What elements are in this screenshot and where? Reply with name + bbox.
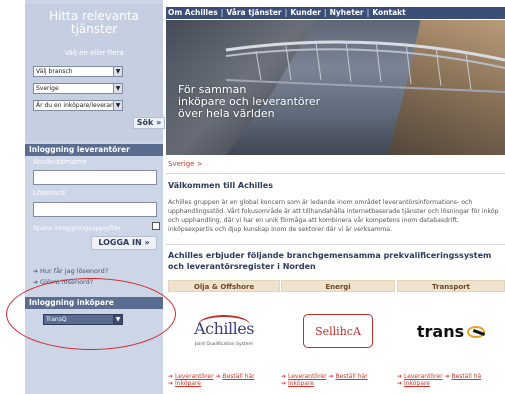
intro-paragraph: Achilles gruppen är en global koncern so… bbox=[168, 199, 499, 233]
sidebar: Hitta relevanta tjänster Välj en eller f… bbox=[25, 0, 165, 394]
achilles-swoosh bbox=[198, 315, 250, 335]
branch-links-row: ➔ Leverantörer ➔ Beställ hä bbox=[397, 373, 505, 380]
arrow-right-icon: ➔ bbox=[168, 373, 174, 380]
transq-wordmark: trans bbox=[416, 321, 465, 341]
username-label: Användarnamn bbox=[33, 158, 87, 166]
sellihca-logo-mark: SellihcA bbox=[303, 314, 373, 348]
breadcrumb[interactable]: Sverige > bbox=[168, 160, 203, 168]
branch-links-row: ➔ Leverantörer ➔ Beställ här bbox=[168, 373, 280, 380]
achilles-tagline: Joint Qualification System bbox=[195, 342, 253, 347]
username-input[interactable] bbox=[33, 170, 157, 185]
supplier-login-header: Inloggning leverantörer bbox=[25, 144, 163, 156]
nav-item-contact[interactable]: Kontakt bbox=[370, 7, 407, 19]
how-get-password-link[interactable]: ➔ Hur får jag lösenord? bbox=[33, 267, 108, 275]
country-select-value: Sverige bbox=[36, 85, 59, 92]
order-here-link[interactable]: Beställ hä bbox=[451, 373, 481, 380]
chevron-down-icon: ▼ bbox=[113, 84, 122, 93]
search-button[interactable]: Sök » bbox=[133, 117, 165, 129]
sellihca-logo[interactable]: SellihcA bbox=[281, 294, 395, 368]
role-select[interactable]: Är du en inköpare/leverantör ▼ bbox=[33, 100, 123, 111]
branch-links: ➔ Leverantörer ➔ Beställ här ➔ Inköpare bbox=[281, 373, 395, 387]
offer-title: Achilles erbjuder följande branchgemensa… bbox=[168, 251, 492, 271]
service-search-panel: Hitta relevanta tjänster Välj en eller f… bbox=[25, 4, 165, 142]
branch-links: ➔ Leverantörer ➔ Beställ här ➔ Inköpare bbox=[168, 373, 280, 387]
order-here-link[interactable]: Beställ här bbox=[335, 373, 367, 380]
achilles-logo[interactable]: Achilles Joint Qualification System bbox=[168, 294, 280, 368]
divider bbox=[166, 173, 505, 174]
arrow-right-icon: ➔ bbox=[281, 380, 287, 387]
top-navigation: Om Achilles | Våra tjänster | Kunder | Nyheter… bbox=[166, 7, 505, 19]
chevron-down-icon: ▼ bbox=[113, 315, 122, 324]
arrow-right-icon: ➔ bbox=[33, 279, 39, 286]
arrow-right-icon: ➔ bbox=[444, 373, 450, 380]
hero-tagline-line3: över hela världen bbox=[178, 107, 275, 120]
transq-q-icon bbox=[467, 324, 486, 338]
buyers-link[interactable]: Inköpare bbox=[175, 380, 201, 387]
transq-logo[interactable]: trans bbox=[397, 294, 505, 368]
arrow-right-icon: ➔ bbox=[215, 373, 221, 380]
buyer-system-select-value: TransQ bbox=[46, 316, 67, 323]
transq-logo-mark: trans bbox=[416, 321, 486, 341]
branch-header: Olja & Offshore bbox=[168, 280, 280, 292]
branch-header: Energi bbox=[281, 280, 395, 292]
forgot-password-link-text: Glömt lösenord? bbox=[40, 278, 94, 286]
welcome-title: Välkommen till Achilles bbox=[168, 181, 273, 190]
chevron-down-icon: ▼ bbox=[113, 67, 122, 76]
remember-login-checkbox[interactable] bbox=[152, 222, 160, 230]
divider bbox=[166, 244, 505, 245]
branch-column-energy: Energi SellihcA ➔ Leverantörer ➔ Beställ… bbox=[281, 280, 395, 394]
branch-links-row: ➔ Inköpare bbox=[397, 380, 505, 387]
password-input[interactable] bbox=[33, 202, 157, 217]
login-button[interactable]: LOGGA IN » bbox=[91, 236, 157, 250]
buyer-system-select[interactable]: TransQ ▼ bbox=[43, 314, 123, 325]
branch-links: ➔ Leverantörer ➔ Beställ hä ➔ Inköpare bbox=[397, 373, 505, 387]
password-label: Lösenord bbox=[33, 189, 65, 197]
country-select[interactable]: Sverige ▼ bbox=[33, 83, 123, 94]
buyers-link[interactable]: Inköpare bbox=[404, 380, 430, 387]
buyers-link[interactable]: Inköpare bbox=[288, 380, 314, 387]
arrow-right-icon: ➔ bbox=[328, 373, 334, 380]
nav-item-services[interactable]: Våra tjänster bbox=[224, 7, 283, 19]
branch-column-transport: Transport trans ➔ Leverantörer ➔ Beställ… bbox=[397, 280, 505, 394]
arrow-right-icon: ➔ bbox=[397, 380, 403, 387]
branch-table: Olja & Offshore Achilles Joint Qualifica… bbox=[168, 280, 505, 394]
chevron-down-icon: ▼ bbox=[113, 101, 122, 110]
nav-item-news[interactable]: Nyheter bbox=[328, 7, 366, 19]
branch-select[interactable]: Välj bransch ▼ bbox=[33, 66, 123, 77]
suppliers-link[interactable]: Leverantörer bbox=[175, 373, 214, 380]
hero-banner: För samman inköpare och leverantörer öve… bbox=[166, 20, 505, 155]
buyer-login-header: Inloggning inköpare bbox=[25, 297, 163, 309]
branch-select-value: Välj bransch bbox=[36, 68, 73, 75]
arrow-right-icon: ➔ bbox=[281, 373, 287, 380]
arrow-right-icon: ➔ bbox=[397, 373, 403, 380]
remember-login-label: Spara inloggningsuppgifter bbox=[33, 224, 122, 232]
arrow-right-icon: ➔ bbox=[33, 268, 39, 275]
forgot-password-link[interactable]: ➔ Glömt lösenord? bbox=[33, 278, 93, 286]
suppliers-link[interactable]: Leverantörer bbox=[404, 373, 443, 380]
order-here-link[interactable]: Beställ här bbox=[222, 373, 254, 380]
branch-column-oil-offshore: Olja & Offshore Achilles Joint Qualifica… bbox=[168, 280, 280, 394]
suppliers-link[interactable]: Leverantörer bbox=[288, 373, 327, 380]
branch-links-row: ➔ Inköpare bbox=[168, 380, 280, 387]
arrow-right-icon: ➔ bbox=[168, 380, 174, 387]
role-select-value: Är du en inköpare/leverantör bbox=[36, 102, 123, 109]
branch-header: Transport bbox=[397, 280, 505, 292]
search-panel-title: Hitta relevanta tjänster bbox=[49, 9, 139, 36]
nav-item-customers[interactable]: Kunder bbox=[288, 7, 323, 19]
achilles-logo-mark: Achilles Joint Qualification System bbox=[184, 303, 264, 359]
nav-item-about[interactable]: Om Achilles bbox=[166, 7, 220, 19]
hero-tagline: För samman inköpare och leverantörer öve… bbox=[178, 84, 320, 120]
branch-links-row: ➔ Inköpare bbox=[281, 380, 395, 387]
branch-links-row: ➔ Leverantörer ➔ Beställ här bbox=[281, 373, 395, 380]
how-get-password-link-text: Hur får jag lösenord? bbox=[40, 267, 109, 275]
search-panel-subtitle: Välj en eller flera bbox=[64, 49, 124, 57]
